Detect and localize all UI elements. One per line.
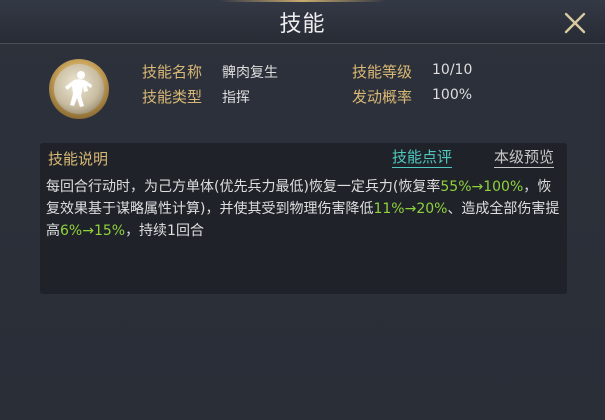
skill-type-label: 技能类型	[142, 88, 203, 106]
skill-review-link[interactable]: 技能点评	[392, 148, 453, 168]
close-button[interactable]	[562, 10, 588, 36]
skill-type-value: 指挥	[222, 90, 250, 106]
desc-highlight: 55%→100%	[440, 179, 524, 195]
skill-level-value: 10/10	[432, 62, 473, 78]
description-text: 每回合行动时，为己方单体(优先兵力最低)恢复一定兵力(恢复率55%→100%，恢…	[46, 176, 560, 242]
header-ornament	[220, 0, 385, 2]
description-title: 技能说明	[48, 150, 109, 168]
skill-name-label: 技能名称	[142, 63, 203, 81]
trigger-rate-label: 发动概率	[352, 88, 413, 106]
desc-segment: 每回合行动时，为己方单体(优先兵力最低)恢复一定兵力(恢复率	[46, 179, 441, 195]
trigger-rate-value: 100%	[432, 87, 473, 103]
skill-name-value: 髀肉复生	[222, 65, 278, 81]
dialog-title: 技能	[279, 12, 326, 37]
skill-dialog: 技能 技能名称 髀肉复生 技能等级 10/10 技能类型 指挥 发动概率 100…	[0, 0, 605, 420]
soldier-silhouette-icon	[49, 59, 109, 119]
level-preview-link[interactable]: 本级预览	[494, 148, 555, 168]
desc-segment: ，持续1回合	[125, 223, 204, 239]
desc-highlight: 11%→20%	[373, 201, 448, 217]
skill-icon	[48, 58, 110, 120]
close-icon	[564, 12, 586, 34]
skill-level-label: 技能等级	[352, 63, 413, 81]
dialog-header: 技能	[0, 0, 605, 44]
description-box: 技能说明 技能点评 本级预览 每回合行动时，为己方单体(优先兵力最低)恢复一定兵…	[40, 143, 567, 294]
desc-highlight: 6%→15%	[60, 223, 126, 239]
